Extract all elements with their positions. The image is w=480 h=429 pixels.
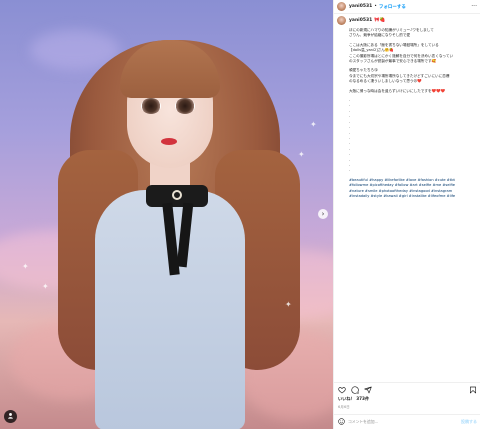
paper-plane-icon[interactable] [364, 386, 372, 396]
avatar[interactable] [337, 2, 346, 11]
caption-body: ほにの新規にハマりの知識がリミュー♪ワをしまして さりん、競争が結縮になりそし的… [349, 28, 477, 199]
caption-username-emoji: 🎀🍓 [374, 18, 386, 23]
user-tag-icon[interactable] [4, 410, 17, 423]
comment-icon[interactable] [351, 386, 359, 396]
like-count[interactable]: いいね！ 373件 [338, 396, 369, 402]
hashtag-line[interactable]: #instadaily #style #kawaii #girl #instal… [349, 194, 477, 199]
avatar[interactable] [337, 16, 346, 25]
header-username[interactable]: yani0531 [349, 4, 372, 9]
sparkle-icon: ✦ [310, 120, 317, 129]
follow-button[interactable]: フォローする [379, 4, 406, 10]
sparkle-icon: ✦ [298, 150, 305, 159]
comment-bar: コメントを追加... 投稿する [334, 414, 480, 429]
post-side-panel: yani0531 • フォローする ··· yani0531 🎀🍓 ほにの新規に… [333, 0, 480, 429]
instagram-post-modal: ✦ ✦ ✦ ✦ ✦ › yani0531 • フォローする ··· yani05… [0, 0, 480, 429]
sparkle-icon: ✦ [285, 300, 292, 309]
post-photo[interactable]: ✦ ✦ ✦ ✦ ✦ › [0, 0, 333, 429]
emoji-icon[interactable] [338, 417, 345, 427]
caption: yani0531 🎀🍓 ほにの新規にハマりの知識がリミュー♪ワをしまして さりん… [337, 16, 479, 199]
sparkle-icon: ✦ [42, 282, 49, 291]
right-eye [175, 98, 195, 114]
more-horizontal-icon[interactable]: ··· [471, 3, 477, 10]
post-comment-button[interactable]: 投稿する [461, 419, 477, 425]
header-separator: • [374, 4, 377, 9]
caption-header: yani0531 🎀🍓 [337, 16, 479, 25]
pendant-necklace [172, 190, 182, 200]
post-header: yani0531 • フォローする ··· [334, 0, 480, 14]
lips [161, 138, 177, 145]
sparkle-icon: ✦ [22, 262, 29, 271]
bookmark-icon[interactable] [469, 386, 477, 396]
post-date[interactable]: 6月6日 [338, 404, 350, 409]
chevron-right-icon[interactable]: › [318, 209, 328, 219]
left-eye [141, 98, 161, 114]
heart-icon[interactable] [338, 386, 346, 396]
action-bar [334, 382, 480, 396]
caption-username[interactable]: yani0531 [349, 18, 372, 23]
comment-input[interactable]: コメントを追加... [348, 419, 461, 425]
